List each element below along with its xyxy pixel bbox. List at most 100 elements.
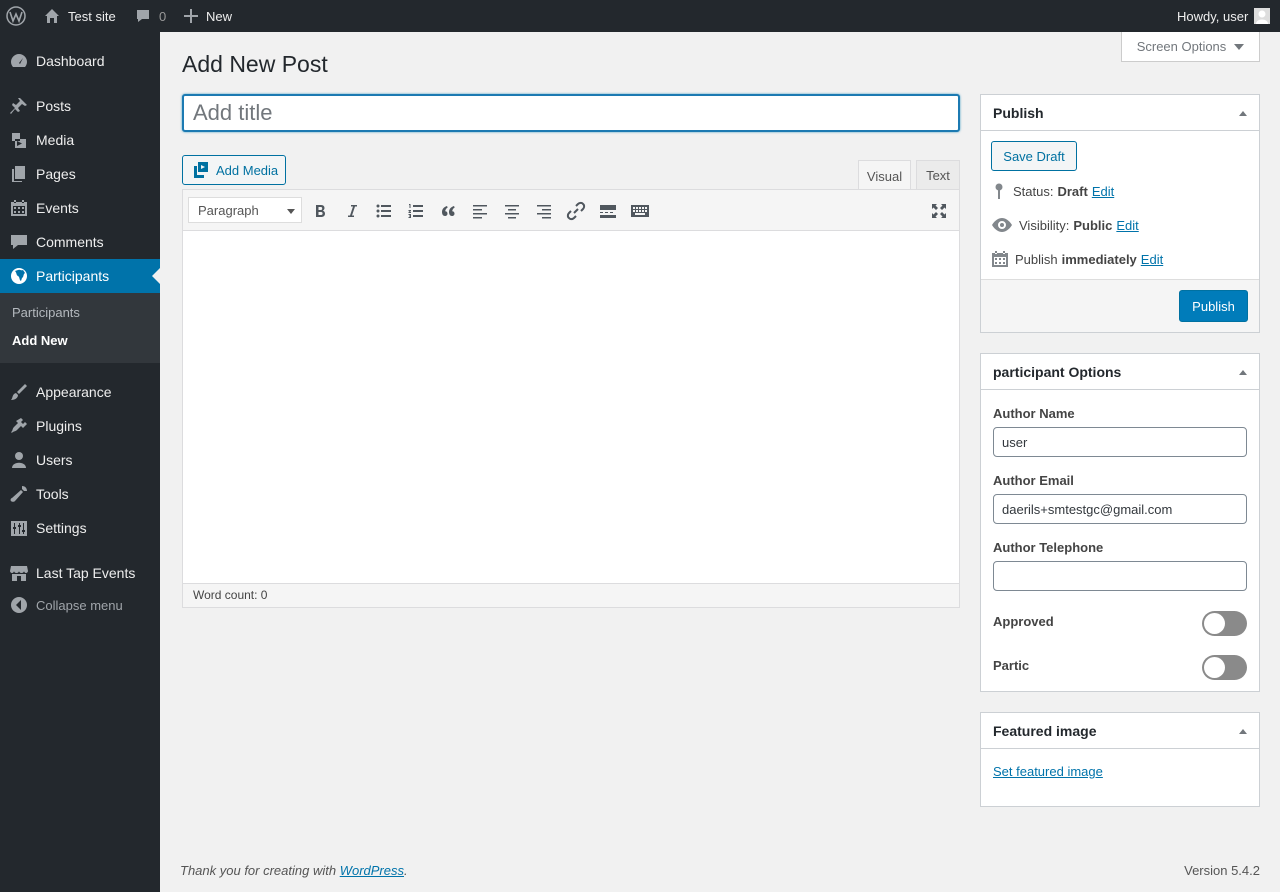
comment-bubble-icon: [135, 8, 151, 24]
submenu-item-participants[interactable]: Participants: [12, 305, 80, 320]
comments-link[interactable]: 0: [135, 0, 166, 32]
comments-count: 0: [159, 8, 167, 24]
author-telephone-input[interactable]: [993, 561, 1247, 591]
menu-label: Plugins: [36, 418, 82, 434]
menu-item-events[interactable]: Events: [0, 191, 160, 225]
partic-toggle[interactable]: [1202, 655, 1247, 680]
menu-label: Media: [36, 132, 75, 148]
wordpress-logo-icon[interactable]: [6, 0, 28, 32]
edit-publish-date-link[interactable]: Edit: [1141, 252, 1163, 267]
menu-label: Settings: [36, 520, 87, 536]
align-center-icon[interactable]: [502, 201, 522, 221]
avatar: [1254, 8, 1271, 24]
add-media-button[interactable]: Add Media: [182, 155, 286, 185]
footer-thanks: Thank you for creating with WordPress.: [180, 863, 408, 878]
read-more-icon[interactable]: [598, 201, 618, 221]
publish-button[interactable]: Publish: [1179, 290, 1248, 322]
caret-down-icon: [287, 209, 295, 214]
menu-item-plugins[interactable]: Plugins: [0, 409, 160, 443]
status-label: Status:: [1013, 183, 1054, 199]
wordpress-link[interactable]: WordPress: [340, 863, 404, 878]
publish-box: Publish Save Draft Status: Draft Edit Vi…: [980, 94, 1260, 333]
collapse-toggle-icon[interactable]: [1239, 111, 1247, 116]
italic-icon[interactable]: [342, 201, 362, 221]
menu-item-last-tap-events[interactable]: Last Tap Events: [0, 556, 160, 590]
add-media-label: Add Media: [216, 162, 279, 178]
admin-bar: Test site 0 New Howdy, user: [0, 0, 1280, 32]
my-account-link[interactable]: Howdy, user: [1177, 0, 1271, 32]
blockquote-icon[interactable]: [438, 201, 458, 221]
store-icon: [9, 563, 29, 583]
numbered-list-icon[interactable]: [406, 201, 426, 221]
new-content-link[interactable]: New: [184, 0, 232, 32]
align-left-icon[interactable]: [470, 201, 490, 221]
author-email-label: Author Email: [993, 473, 1074, 488]
menu-label: Last Tap Events: [36, 565, 136, 581]
featured-image-box: Featured image Set featured image: [980, 712, 1260, 807]
menu-label: Posts: [36, 98, 72, 114]
menu-item-participants[interactable]: Participants: [0, 259, 160, 293]
bold-icon[interactable]: [310, 201, 330, 221]
toolbar-toggle-icon[interactable]: [630, 201, 650, 221]
pin-icon: [991, 182, 1013, 200]
collapse-menu-button[interactable]: Collapse menu: [0, 588, 160, 622]
submenu-item-add-new[interactable]: Add New: [12, 333, 68, 348]
footer-version: Version 5.4.2: [1184, 863, 1260, 878]
menu-label: Appearance: [36, 384, 112, 400]
caret-down-icon: [1234, 43, 1245, 50]
post-title-input[interactable]: [182, 94, 960, 132]
screen-options-label: Screen Options: [1136, 39, 1227, 54]
menu-item-pages[interactable]: Pages: [0, 157, 160, 191]
author-name-input[interactable]: [993, 427, 1247, 457]
partic-label: Partic: [993, 658, 1030, 673]
comment-icon: [9, 232, 29, 252]
save-draft-button[interactable]: Save Draft: [991, 141, 1077, 171]
approved-toggle[interactable]: [1202, 611, 1247, 636]
new-label: New: [206, 8, 233, 24]
tab-visual[interactable]: Visual: [858, 160, 911, 191]
fullscreen-icon[interactable]: [929, 201, 949, 221]
collapse-toggle-icon[interactable]: [1239, 729, 1247, 734]
toggle-knob: [1204, 613, 1225, 634]
set-featured-image-link[interactable]: Set featured image: [993, 764, 1103, 779]
content-editor: Paragraph Word count: 0: [182, 189, 960, 608]
eye-icon: [991, 217, 1019, 233]
add-media-icon: [192, 161, 216, 179]
edit-status-link[interactable]: Edit: [1092, 184, 1114, 199]
link-icon[interactable]: [566, 201, 586, 221]
menu-item-settings[interactable]: Settings: [0, 511, 160, 545]
menu-item-users[interactable]: Users: [0, 443, 160, 477]
visibility-label: Visibility:: [1019, 217, 1070, 233]
menu-item-media[interactable]: Media: [0, 123, 160, 157]
plus-icon: [184, 9, 198, 23]
tab-text[interactable]: Text: [916, 160, 960, 190]
menu-item-tools[interactable]: Tools: [0, 477, 160, 511]
wrench-icon: [9, 484, 29, 504]
menu-item-dashboard[interactable]: Dashboard: [0, 44, 160, 78]
featured-image-header: Featured image: [981, 713, 1259, 749]
format-select[interactable]: Paragraph: [188, 197, 302, 223]
settings-icon: [9, 518, 29, 538]
menu-label: Pages: [36, 166, 76, 182]
participants-submenu: Participants Add New: [0, 293, 160, 363]
publish-date-label: Publish: [1015, 251, 1058, 267]
menu-item-appearance[interactable]: Appearance: [0, 375, 160, 409]
author-email-input[interactable]: [993, 494, 1247, 524]
collapse-toggle-icon[interactable]: [1239, 370, 1247, 375]
user-icon: [9, 450, 29, 470]
bulleted-list-icon[interactable]: [374, 201, 394, 221]
menu-item-comments[interactable]: Comments: [0, 225, 160, 259]
media-icon: [9, 130, 29, 150]
screen-options-button[interactable]: Screen Options: [1121, 32, 1260, 62]
calendar-icon: [991, 250, 1015, 268]
format-select-value: Paragraph: [198, 202, 259, 218]
publish-date-row: Publish immediately Edit: [991, 249, 1163, 269]
pin-icon: [9, 96, 29, 116]
site-name-link[interactable]: Test site: [44, 0, 116, 32]
word-count: Word count: 0: [183, 583, 959, 607]
menu-item-posts[interactable]: Posts: [0, 89, 160, 123]
align-right-icon[interactable]: [534, 201, 554, 221]
featured-image-title: Featured image: [993, 723, 1097, 739]
edit-visibility-link[interactable]: Edit: [1116, 218, 1138, 233]
footer-thanks-text: Thank you for creating with: [180, 863, 337, 878]
